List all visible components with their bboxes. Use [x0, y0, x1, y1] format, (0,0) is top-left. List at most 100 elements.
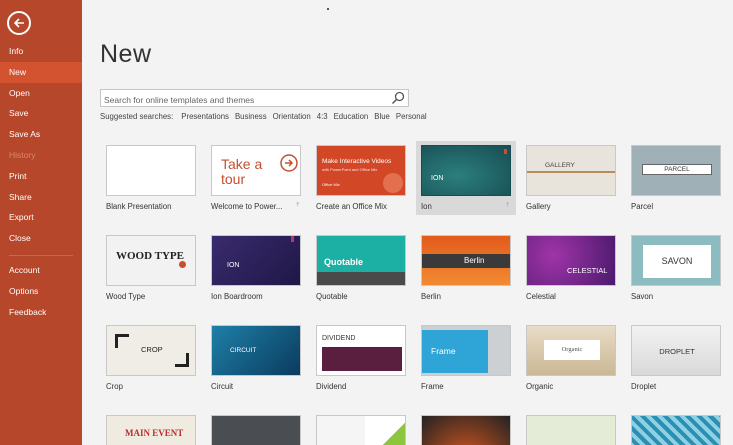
- template-label: Gallery: [526, 202, 551, 211]
- template-thumbnail: GALLERY: [526, 145, 616, 196]
- thumb-band: [322, 347, 402, 371]
- template-tile[interactable]: PARCEL Parcel: [631, 145, 721, 211]
- template-thumbnail: [421, 415, 511, 445]
- thumb-rule: [527, 171, 615, 173]
- page-title: New: [100, 40, 152, 68]
- template-thumbnail: ION: [421, 145, 511, 196]
- template-tile[interactable]: [421, 415, 511, 445]
- thumb-band: [317, 272, 405, 285]
- template-tile[interactable]: SAVON Savon: [631, 235, 721, 301]
- template-tile[interactable]: CELESTIAL Celestial: [526, 235, 616, 301]
- template-thumbnail: WOOD TYPE: [106, 235, 196, 286]
- template-label: Crop: [106, 382, 123, 391]
- template-thumbnail: Berlin: [421, 235, 511, 286]
- template-tile[interactable]: DIVIDEND Dividend: [316, 325, 406, 391]
- search-input[interactable]: [101, 92, 386, 108]
- template-label: Parcel: [631, 202, 654, 211]
- template-tile[interactable]: Quotable Quotable: [316, 235, 406, 301]
- thumb-text: DROPLET: [659, 347, 695, 356]
- back-button[interactable]: [7, 11, 31, 35]
- template-label: Welcome to Power... ⫯: [211, 202, 299, 211]
- template-tile[interactable]: [526, 415, 616, 445]
- nav-print[interactable]: Print: [0, 166, 82, 187]
- crop-mark: [175, 353, 189, 367]
- suggested-link[interactable]: Blue: [374, 112, 390, 121]
- template-tile[interactable]: CIRCUIT Circuit: [211, 325, 301, 391]
- nav-save-as[interactable]: Save As: [0, 124, 82, 145]
- template-tile[interactable]: [631, 415, 721, 445]
- template-tile[interactable]: [211, 415, 301, 445]
- suggested-link[interactable]: Orientation: [273, 112, 311, 121]
- suggested-link[interactable]: 4:3: [317, 112, 328, 121]
- backstage-sidebar: Info New Open Save Save As History Print…: [0, 0, 82, 445]
- template-label: Circuit: [211, 382, 234, 391]
- suggested-searches-label: Suggested searches:: [100, 112, 174, 121]
- template-tile[interactable]: Blank Presentation: [106, 145, 196, 211]
- template-thumbnail: DROPLET: [631, 325, 721, 376]
- arrow-circle-icon: [280, 154, 298, 172]
- suggested-link[interactable]: Business: [235, 112, 267, 121]
- template-label: Dividend: [316, 382, 347, 391]
- nav-save[interactable]: Save: [0, 103, 82, 124]
- nav-info[interactable]: Info: [0, 41, 82, 62]
- decorative-dot: [327, 8, 329, 10]
- template-label: Organic: [526, 382, 554, 391]
- suggested-link[interactable]: Presentations: [181, 112, 229, 121]
- template-search-box: [100, 89, 409, 108]
- template-tile[interactable]: Organic Organic: [526, 325, 616, 391]
- nav-close[interactable]: Close: [0, 228, 82, 249]
- thumb-accent: [365, 416, 405, 445]
- template-tile[interactable]: GALLERY Gallery: [526, 145, 616, 211]
- thumb-text: Berlin: [464, 256, 485, 265]
- template-label: Ion ⫯: [421, 202, 509, 211]
- template-thumbnail: Frame: [421, 325, 511, 376]
- thumb-accent: [504, 149, 507, 154]
- nav-new[interactable]: New: [0, 61, 82, 83]
- thumb-text: Take a tour: [221, 156, 263, 187]
- template-label: Savon: [631, 292, 654, 301]
- template-tile[interactable]: Berlin Berlin: [421, 235, 511, 301]
- template-label: Celestial: [526, 292, 556, 301]
- template-tile[interactable]: WOOD TYPE Wood Type: [106, 235, 196, 301]
- template-tile[interactable]: [316, 415, 406, 445]
- thumb-text: Make Interactive Videos: [322, 158, 392, 165]
- suggested-link[interactable]: Education: [334, 112, 369, 121]
- nav-share[interactable]: Share: [0, 187, 82, 208]
- nav-history: History: [9, 149, 36, 160]
- template-thumbnail: CROP: [106, 325, 196, 376]
- play-circle: [383, 173, 403, 193]
- template-tile[interactable]: CROP Crop: [106, 325, 196, 391]
- template-label: Frame: [421, 382, 444, 391]
- thumb-text: ION: [227, 262, 240, 269]
- nav-options[interactable]: Options: [0, 281, 82, 302]
- template-tile[interactable]: DROPLET Droplet: [631, 325, 721, 391]
- nav-open[interactable]: Open: [0, 83, 82, 104]
- suggested-link[interactable]: Personal: [396, 112, 427, 121]
- template-tile[interactable]: ION Ion ⫯: [421, 145, 511, 211]
- nav-divider: [9, 254, 73, 256]
- nav-feedback[interactable]: Feedback: [0, 302, 82, 323]
- template-thumbnail: [106, 145, 196, 196]
- thumb-text: Quotable: [324, 257, 364, 267]
- thumb-text: CIRCUIT: [230, 347, 257, 354]
- thumb-text: ION: [431, 175, 444, 182]
- thumb-text: CELESTIAL: [567, 266, 608, 275]
- template-tile[interactable]: Make Interactive Videos with PowerPoint …: [316, 145, 406, 211]
- template-thumbnail: SAVON: [631, 235, 721, 286]
- template-tile[interactable]: Take a tour Welcome to Power... ⫯: [211, 145, 301, 211]
- pin-icon[interactable]: ⫯: [506, 202, 509, 209]
- thumb-subtext: with PowerPoint and Office Mix: [322, 167, 378, 172]
- suggested-searches: Suggested searches: Presentations Business…: [100, 112, 433, 121]
- pin-icon[interactable]: ⫯: [296, 202, 299, 209]
- back-arrow-icon: [13, 18, 24, 28]
- nav-export[interactable]: Export: [0, 207, 82, 228]
- template-tile[interactable]: MAIN EVENT: [106, 415, 196, 445]
- template-thumbnail: Take a tour: [211, 145, 301, 196]
- nav-account[interactable]: Account: [0, 260, 82, 281]
- crop-mark: [115, 334, 129, 348]
- template-tile[interactable]: ION Ion Boardroom: [211, 235, 301, 301]
- thumb-text: WOOD TYPE: [116, 250, 184, 262]
- backstage-nav: Info New Open Save Save As History Print…: [0, 41, 82, 322]
- template-tile[interactable]: Frame Frame: [421, 325, 511, 391]
- search-icon[interactable]: [391, 91, 405, 105]
